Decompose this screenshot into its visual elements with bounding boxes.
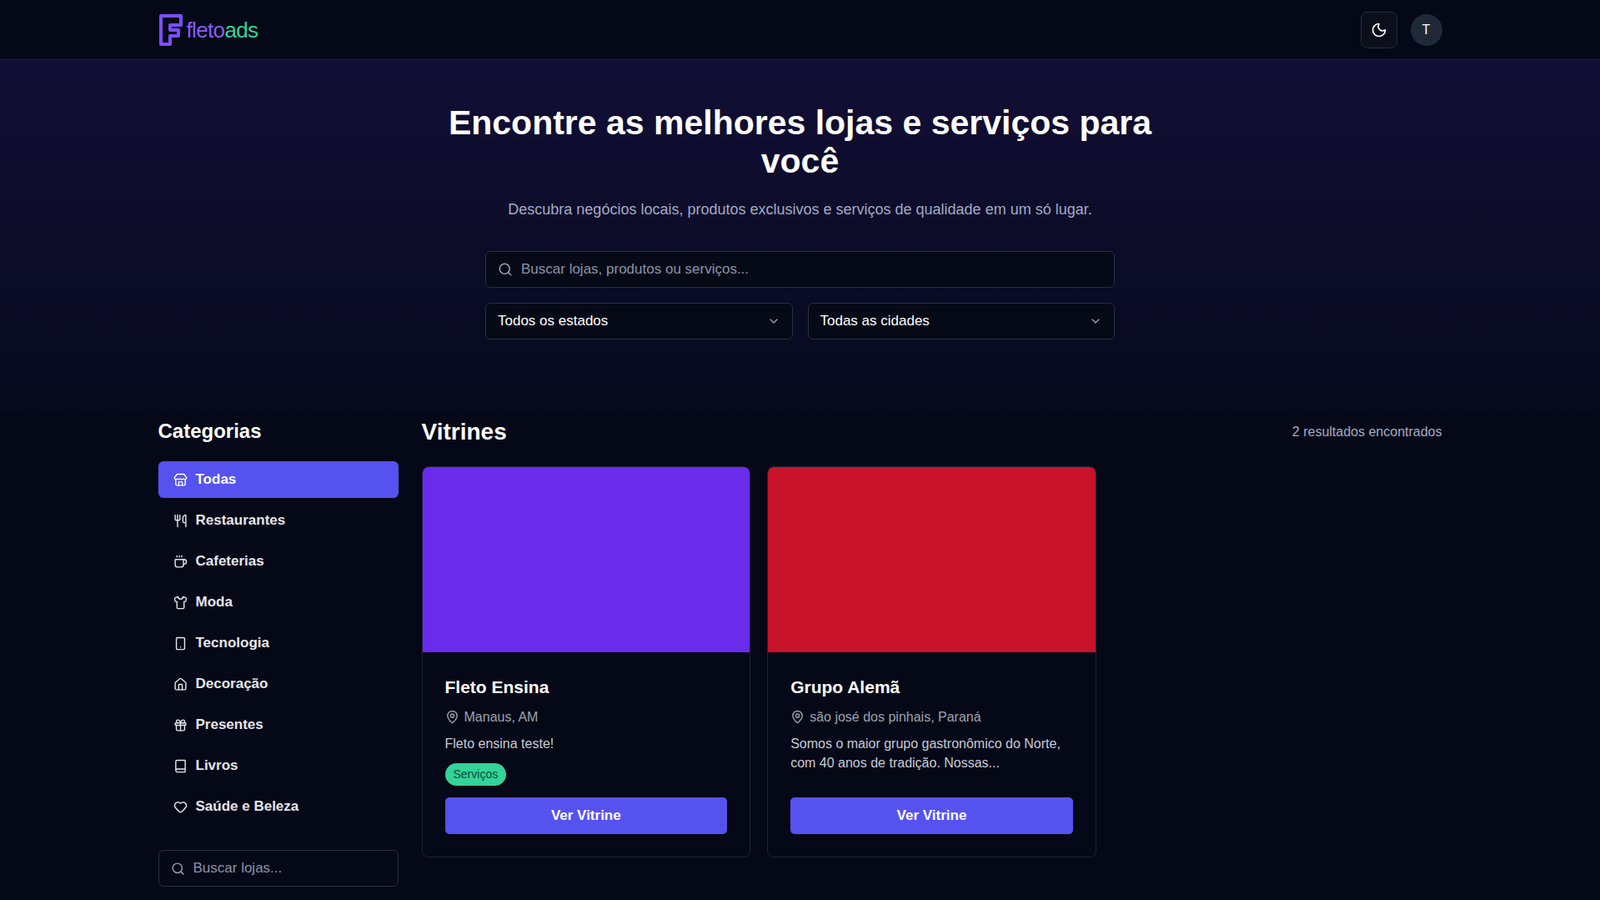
category-icon	[173, 636, 188, 651]
ver-vitrine-button[interactable]: Ver Vitrine	[445, 797, 728, 834]
category-icon	[173, 758, 188, 773]
category-item[interactable]: Todas	[158, 461, 399, 498]
page: fletoads T Encontre as melhores lojas e se…	[0, 0, 1600, 900]
vitrine-card[interactable]: Grupo Alemã são josé dos pinhais, Paraná S…	[767, 466, 1097, 858]
filter-select[interactable]: Todos os estados	[485, 302, 793, 340]
vitrine-location: são josé dos pinhais, Paraná	[809, 707, 981, 728]
moon-icon	[1370, 21, 1388, 39]
vitrine-location: Manaus, AM	[464, 707, 539, 728]
sidebar-title: Categorias	[158, 416, 399, 447]
chevron-down-icon	[1088, 314, 1103, 328]
avatar[interactable]: T	[1410, 14, 1443, 46]
category-item[interactable]: Cafeterias	[158, 542, 399, 580]
chevron-down-icon	[767, 314, 781, 328]
vitrine-description: Somos o maior grupo gastronômico do Nort…	[790, 733, 1074, 773]
ver-vitrine-button[interactable]: Ver Vitrine	[790, 797, 1074, 834]
vitrines: Vitrines 2 resultados encontrados Fleto En…	[421, 414, 1443, 900]
map-pin-icon	[445, 709, 460, 724]
category-icon	[173, 595, 188, 610]
category-icon	[173, 717, 188, 733]
category-item[interactable]: Livros	[158, 747, 399, 784]
category-icon	[173, 513, 188, 528]
sidebar-search[interactable]: Buscar lojas...	[158, 849, 399, 887]
vitrine-name: Fleto Ensina	[445, 673, 728, 701]
logo-icon	[158, 13, 184, 47]
vitrine-card[interactable]: Fleto Ensina Manaus, AM Fleto ensina teste…	[421, 466, 752, 858]
results-count: 2 resultados encontrados	[1292, 421, 1443, 442]
category-icon	[173, 554, 188, 569]
vitrine-tag: Serviços	[445, 762, 507, 786]
hero-subtitle: Descubra negócios locais, produtos exclu…	[507, 198, 1092, 221]
hero-title: Encontre as melhores lojas e serviços pa…	[441, 103, 1159, 181]
category-item[interactable]: Presentes	[158, 706, 399, 743]
vitrine-description: Fleto ensina teste!	[445, 733, 728, 753]
vitrines-title: Vitrines	[421, 414, 507, 450]
filter-select[interactable]: Todas as cidades	[807, 302, 1116, 340]
search-icon	[170, 861, 186, 876]
map-pin-icon	[790, 709, 805, 724]
main: Categorias TodasRestaurantesCafeteriasMod…	[158, 414, 1443, 900]
category-icon	[173, 677, 188, 692]
logo[interactable]: fletoads	[158, 13, 259, 47]
vitrine-name: Grupo Alemã	[790, 673, 1074, 701]
category-item[interactable]: Saúde e Beleza	[158, 787, 399, 825]
category-item[interactable]: Tecnologia	[158, 624, 399, 662]
sidebar: Categorias TodasRestaurantesCafeteriasMod…	[158, 414, 399, 900]
theme-toggle[interactable]	[1360, 11, 1398, 49]
header: fletoads T	[0, 0, 1600, 61]
category-icon	[173, 799, 188, 814]
vitrine-banner	[422, 466, 751, 653]
search-icon	[497, 261, 513, 277]
category-item[interactable]: Decoração	[158, 665, 399, 703]
category-icon	[173, 472, 188, 487]
category-item[interactable]: Moda	[158, 583, 399, 621]
hero-search[interactable]: Buscar lojas, produtos ou serviços...	[485, 250, 1115, 288]
category-item[interactable]: Restaurantes	[158, 501, 399, 539]
hero: Encontre as melhores lojas e serviços pa…	[0, 60, 1600, 415]
vitrine-banner	[767, 466, 1096, 653]
